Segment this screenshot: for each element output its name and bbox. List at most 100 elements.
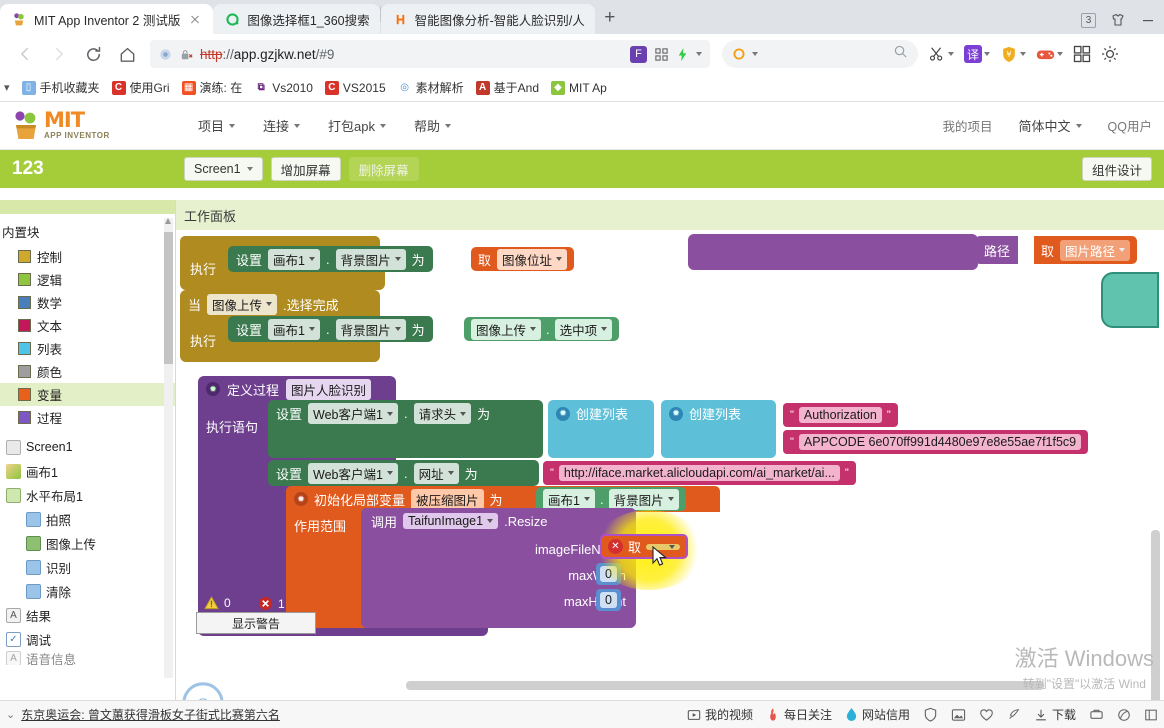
chevron-down-icon[interactable] (984, 52, 990, 56)
new-tab-button[interactable]: + (595, 4, 625, 32)
sidebar-scrollbar-track[interactable] (164, 218, 173, 678)
palette-item-control[interactable]: 控制 (0, 245, 175, 268)
taifun-component-dropdown[interactable]: TaifunImage1 (403, 513, 499, 529)
search-icon[interactable] (893, 44, 908, 64)
menu-connect[interactable]: 连接 (263, 116, 301, 135)
bookmark-overflow[interactable]: ▾ (2, 77, 16, 99)
palette-item-text[interactable]: 文本 (0, 314, 175, 337)
bookmark-item-5[interactable]: ◎ 素材解析 (392, 77, 470, 99)
reload-button[interactable] (76, 37, 110, 71)
set-canvas-bgimage-block-1[interactable]: 设置 画布1 . 背景图片 为 (228, 246, 433, 272)
appcode-text-field[interactable]: APPCODE 6e070ff991d4480e97e8e55ae7f1f5c9 (798, 434, 1082, 450)
maxwidth-value[interactable]: 0 (600, 566, 617, 582)
palette-item-procedures[interactable]: 过程 (0, 406, 175, 429)
close-icon[interactable] (187, 11, 203, 27)
property-dropdown-1[interactable]: 背景图片 (335, 248, 406, 270)
set-web-url-block[interactable]: 设置 Web客户端1 . 网址 为 (268, 460, 539, 486)
browser-tab-0[interactable]: MIT App Inventor 2 测试版 (0, 4, 214, 34)
bookmark-item-4[interactable]: C VS2015 (319, 77, 392, 99)
qrcode-icon[interactable] (654, 47, 669, 62)
component-item-voiceinfo[interactable]: A 语音信息 (0, 651, 175, 665)
taskbar-site-credit[interactable]: 网站信用 (845, 706, 910, 723)
imageupload-selection-getter[interactable]: 图像上传 . 选中项 (464, 317, 620, 341)
bookmark-item-0[interactable]: ▯ 手机收藏夹 (16, 77, 106, 99)
text-block-appcode[interactable]: " APPCODE 6e070ff991d4480e97e8e55ae7f1f5… (783, 430, 1089, 454)
browser-tab-1[interactable]: 图像选择框1_360搜索 (213, 4, 380, 34)
chevron-down-icon[interactable] (696, 52, 702, 56)
taskbar-download[interactable]: 下载 (1034, 706, 1076, 723)
canvas-dropdown-2[interactable]: 画布1 (268, 318, 320, 340)
account-label[interactable]: QQ用户 (1108, 116, 1152, 135)
property-dropdown-requestheaders[interactable]: 请求头 (413, 403, 472, 424)
palette-item-list[interactable]: 列表 (0, 337, 175, 360)
text-block-url[interactable]: " http://iface.market.alicloudapi.com/ai… (543, 461, 856, 485)
get-image-address-block[interactable]: 取 图像位址 (471, 247, 575, 271)
back-button[interactable] (8, 37, 42, 71)
chevron-down-icon[interactable] (1020, 52, 1026, 56)
component-item-result[interactable]: A 结果 (0, 603, 175, 627)
app-logo[interactable]: MIT APP INVENTOR (12, 109, 140, 143)
property-dropdown-2[interactable]: 背景图片 (335, 318, 406, 340)
workspace-vscrollbar[interactable] (1151, 530, 1160, 700)
language-selector[interactable]: 简体中文 (1019, 116, 1082, 135)
bookmark-item-2[interactable]: ▦ 演练: 在 (176, 77, 249, 99)
blocks-workspace[interactable]: 工作面板 执行 设置 画布1 . 背景图片 为 取 图像位址 路径 取 图片路径… (176, 200, 1164, 700)
address-bar[interactable]: http://app.gzjkw.net/#9 F (150, 40, 710, 68)
canvas-dropdown-1[interactable]: 画布1 (268, 248, 320, 270)
insecure-lock-icon[interactable] (179, 47, 194, 62)
gear-icon[interactable]: ✹ (294, 492, 308, 506)
component-item-hlayout1[interactable]: 水平布局1 (0, 483, 175, 507)
minimize-icon[interactable] (1140, 12, 1156, 28)
web-client-dropdown-1[interactable]: Web客户端1 (308, 403, 398, 424)
chevron-down-icon[interactable] (948, 52, 954, 56)
canvas-dropdown-3[interactable]: 画布1 (543, 488, 595, 510)
number-block-maxheight[interactable]: 0 (596, 589, 621, 611)
translate-tool[interactable]: 译 (964, 45, 990, 63)
sidebar-scrollbar-thumb[interactable] (164, 232, 173, 364)
palette-item-logic[interactable]: 逻辑 (0, 268, 175, 291)
text-block-authorization[interactable]: " Authorization " (783, 403, 898, 427)
chevron-down-icon[interactable]: ⌄ (6, 708, 15, 721)
shield-tool[interactable]: ¥ (1000, 45, 1026, 64)
set-canvas-bgimage-block-2[interactable]: 设置 画布1 . 背景图片 为 (228, 316, 433, 342)
url-text-field[interactable]: http://iface.market.alicloudapi.com/ai_m… (558, 465, 840, 481)
web-client-dropdown-2[interactable]: Web客户端1 (308, 462, 398, 484)
component-item-recognize[interactable]: 识别 (0, 555, 175, 579)
search-box[interactable] (722, 40, 918, 68)
palette-item-color[interactable]: 颜色 (0, 360, 175, 383)
taskbar-window[interactable] (1144, 708, 1158, 722)
make-list-inner-block[interactable]: ✹ 创建列表 (661, 400, 776, 458)
property-dropdown-bgimage-3[interactable]: 背景图片 (608, 488, 679, 510)
local-var-name-field[interactable]: 被压缩图片 (411, 488, 484, 510)
browser-tab-2[interactable]: 智能图像分析-智能人脸识别/人 (380, 4, 595, 34)
get-empty-variable-block[interactable]: ✕ 取 (600, 534, 689, 559)
component-item-canvas1[interactable]: 画布1 (0, 459, 175, 483)
set-web-requestheaders-block[interactable]: 设置 Web客户端1 . 请求头 为 (268, 400, 543, 458)
define-procedure-header[interactable]: ✹ 定义过程 图片人脸识别 (198, 376, 396, 402)
component-item-imageupload[interactable]: 图像上传 (0, 531, 175, 555)
bookmark-item-1[interactable]: C 使用Gri (106, 77, 176, 99)
error-indicator[interactable]: 1 (258, 596, 285, 611)
fanyi-badge-icon[interactable]: F (630, 45, 647, 63)
variable-dropdown-image-path[interactable]: 图片路径 (1060, 239, 1131, 261)
lightning-icon[interactable] (676, 47, 689, 62)
gear-icon[interactable]: ✹ (669, 406, 683, 421)
add-screen-button[interactable]: 增加屏幕 (270, 157, 341, 181)
designer-toggle-button[interactable]: 组件设计 (1081, 157, 1152, 181)
property-dropdown-selection[interactable]: 选中项 (554, 318, 613, 340)
component-item-screen1[interactable]: Screen1 (0, 435, 175, 459)
warning-indicator[interactable]: 0 (204, 596, 231, 610)
search-input[interactable] (762, 47, 889, 61)
authorization-text-field[interactable]: Authorization (798, 407, 882, 423)
taskbar-leaf[interactable] (1117, 708, 1131, 722)
screen-selector[interactable]: Screen1 (184, 157, 263, 181)
procedure-name-field[interactable]: 图片人脸识别 (286, 378, 372, 400)
component-item-photo[interactable]: 拍照 (0, 507, 175, 531)
bookmark-item-6[interactable]: A 基于And (470, 77, 545, 99)
partial-teal-block[interactable] (1101, 272, 1159, 328)
taskbar-shield[interactable] (923, 707, 938, 722)
number-block-maxwidth[interactable]: 0 (596, 563, 621, 585)
home-button[interactable] (110, 37, 144, 71)
maxheight-value[interactable]: 0 (600, 592, 617, 608)
component-dropdown-imageupload-2[interactable]: 图像上传 (471, 318, 542, 340)
